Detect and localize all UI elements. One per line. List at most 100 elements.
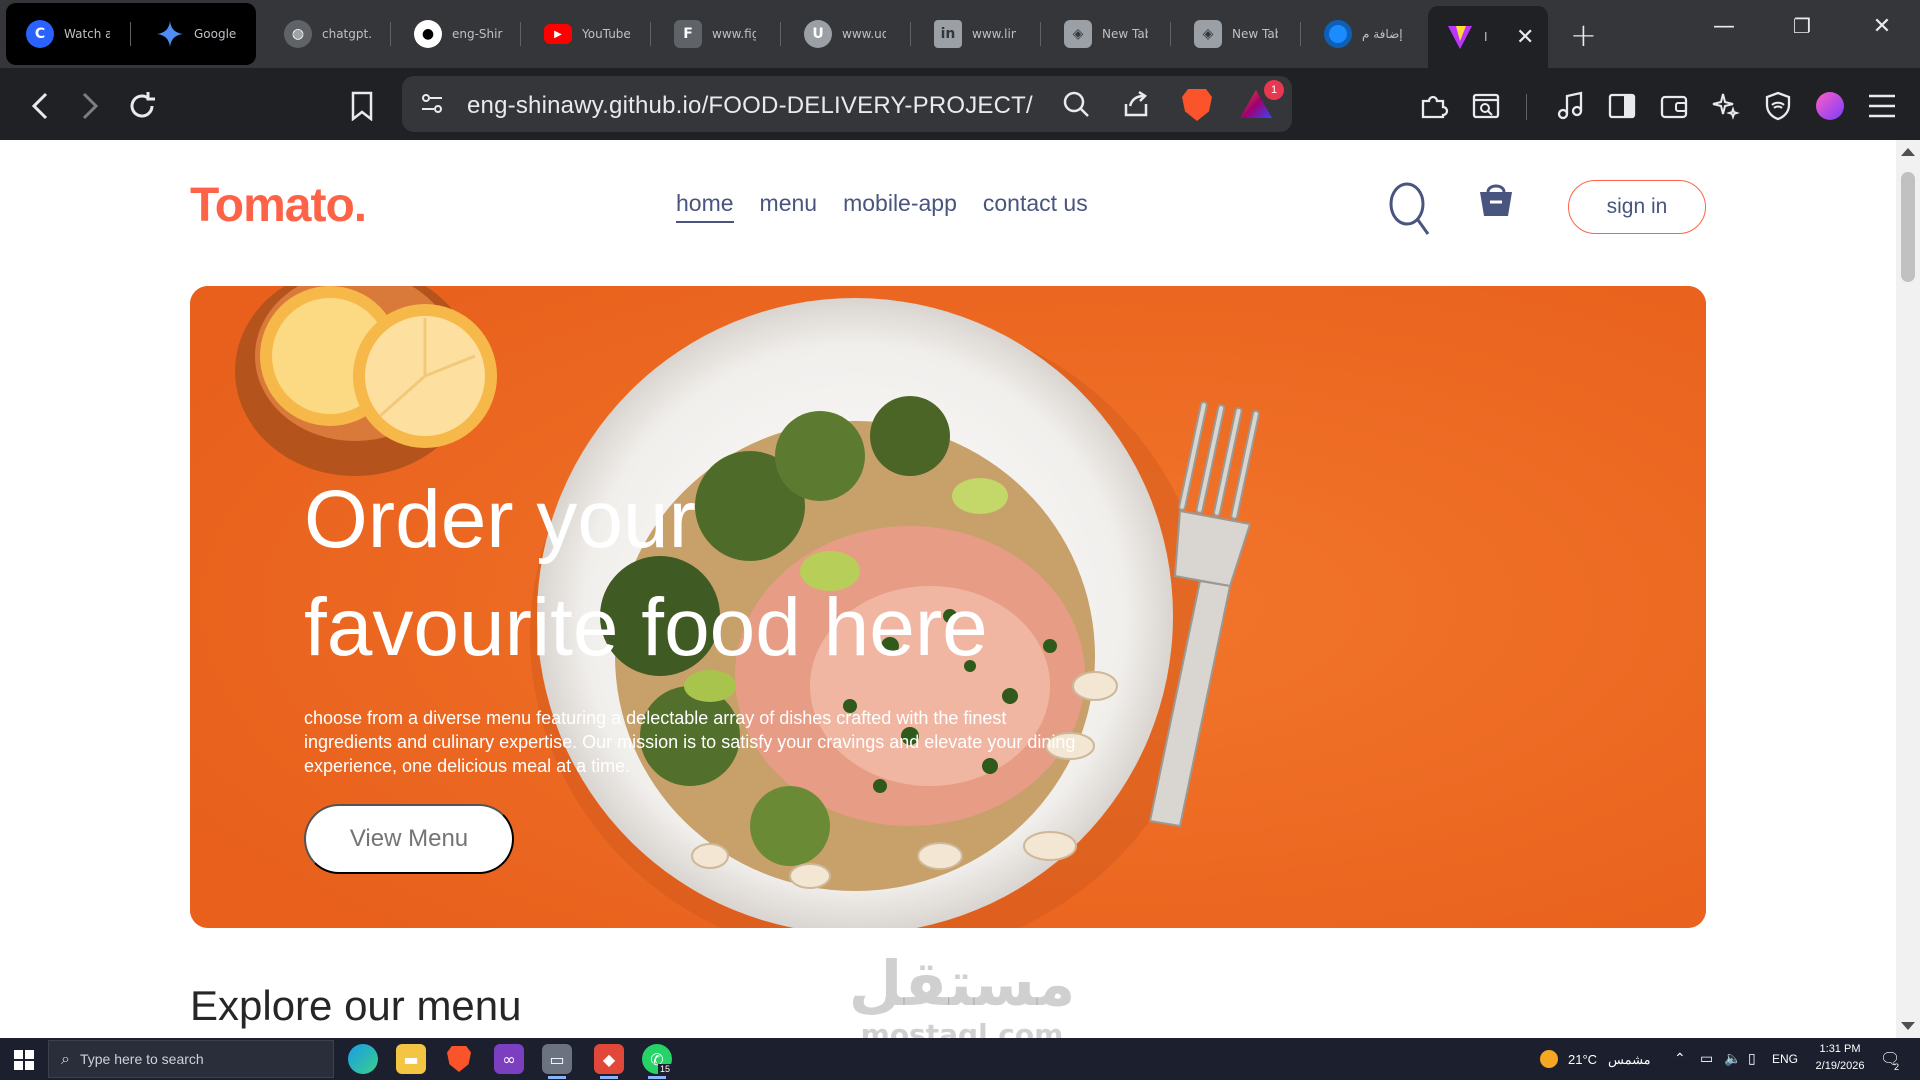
taskbar-search-placeholder: Type here to search: [79, 1051, 204, 1067]
tray-chevron-icon[interactable]: ⌃: [1674, 1050, 1686, 1067]
edge-icon[interactable]: [348, 1044, 378, 1074]
url-text[interactable]: eng-shinawy.github.io/FOOD-DELIVERY-PROJ…: [467, 92, 1033, 120]
share-icon[interactable]: [1120, 88, 1152, 120]
tab-new-1[interactable]: ◈ New Tab: [1046, 8, 1148, 60]
tab-title: eng-Shir: [452, 27, 503, 41]
scroll-down-arrow-icon[interactable]: [1901, 1022, 1915, 1030]
nav-menu[interactable]: menu: [760, 190, 818, 223]
brave-shields-icon[interactable]: [1182, 89, 1212, 121]
profile-avatar-icon[interactable]: [1810, 86, 1850, 126]
search-icon: ⌕: [61, 1049, 70, 1068]
tab-watch[interactable]: C Watch a: [8, 8, 110, 60]
zoom-icon[interactable]: [1060, 88, 1092, 120]
volume-icon[interactable]: 🔈: [1724, 1050, 1741, 1067]
tab-separator: [1300, 22, 1301, 46]
tab-title: New Tab: [1232, 27, 1278, 41]
clock-time[interactable]: 1:31 PM: [1812, 1043, 1868, 1055]
view-menu-button[interactable]: View Menu: [304, 804, 514, 874]
file-explorer-icon[interactable]: ▬: [396, 1044, 426, 1074]
brave-shield-icon: ◈: [1194, 20, 1222, 48]
page-viewport: Tomato. home menu mobile-app contact us …: [0, 140, 1920, 1038]
tab-youtube[interactable]: ▶ YouTube: [526, 8, 642, 60]
tab-chatgpt[interactable]: ◍ chatgpt.: [266, 8, 382, 60]
hero-title-line-2: favourite food here: [304, 582, 988, 673]
toolbar-divider: [1526, 94, 1527, 120]
windows-taskbar: ⌕ Type here to search ▬ ∞ ▭ ◆ ✆ 15 21°C …: [0, 1038, 1920, 1080]
taskbar-search-box[interactable]: ⌕ Type here to search: [48, 1040, 334, 1078]
nav-home[interactable]: home: [676, 190, 734, 223]
tab-separator: [1040, 22, 1041, 46]
youtube-icon: ▶: [544, 24, 572, 44]
tab-title: www.ud: [842, 27, 886, 41]
menu-icon[interactable]: [1862, 86, 1902, 126]
gemini-icon: [156, 20, 184, 48]
visual-studio-icon[interactable]: ∞: [494, 1044, 524, 1074]
bookmark-icon[interactable]: [342, 86, 382, 126]
app-window-icon[interactable]: ▭: [542, 1044, 572, 1079]
whatsapp-badge: 15: [658, 1064, 673, 1074]
restore-button[interactable]: ❐: [1782, 14, 1822, 38]
tab-title: YouTube: [582, 27, 631, 41]
tab-title: I: [1484, 30, 1488, 44]
tab-title: www.fig: [712, 27, 756, 41]
basket-icon[interactable]: [1478, 180, 1514, 220]
scroll-up-arrow-icon[interactable]: [1901, 148, 1915, 156]
minimize-button[interactable]: —: [1704, 14, 1744, 39]
tab-separator: [1170, 22, 1171, 46]
tab-github[interactable]: ● eng-Shir: [396, 8, 512, 60]
nav-contact-us[interactable]: contact us: [983, 190, 1088, 223]
clock-date[interactable]: 2/19/2026: [1808, 1060, 1872, 1072]
tab-separator: [650, 22, 651, 46]
close-window-button[interactable]: ✕: [1862, 14, 1902, 39]
close-tab-icon[interactable]: ✕: [1516, 25, 1534, 50]
github-icon: ●: [414, 20, 442, 48]
tab-separator: [780, 22, 781, 46]
tab-udemy[interactable]: U www.ud: [786, 8, 886, 60]
reload-button[interactable]: [122, 86, 162, 126]
tab-arabic[interactable]: إضافة م: [1306, 8, 1408, 60]
music-icon[interactable]: [1550, 86, 1590, 126]
reader-mode-icon[interactable]: [1466, 86, 1506, 126]
tab-separator: [520, 22, 521, 46]
tab-title: www.lin: [972, 27, 1016, 41]
weather-sun-icon[interactable]: [1540, 1050, 1558, 1068]
tab-separator: [390, 22, 391, 46]
c-logo-icon: C: [26, 20, 54, 48]
back-button[interactable]: [20, 86, 60, 126]
sidebar-toggle-icon[interactable]: [1602, 86, 1642, 126]
leo-ai-icon[interactable]: [1706, 86, 1746, 126]
brave-shield-icon: ◈: [1064, 20, 1092, 48]
linkedin-icon: in: [934, 20, 962, 48]
nav-mobile-app[interactable]: mobile-app: [843, 190, 957, 223]
site-settings-icon[interactable]: [416, 88, 448, 120]
brave-icon[interactable]: [444, 1044, 474, 1074]
search-icon[interactable]: [1388, 180, 1432, 236]
forward-button[interactable]: [70, 86, 110, 126]
tab-active-vite[interactable]: I ✕: [1428, 6, 1548, 68]
explore-menu-heading: Explore our menu: [190, 982, 522, 1029]
vpn-shield-icon[interactable]: [1758, 86, 1798, 126]
notification-count: 2: [1894, 1062, 1900, 1072]
rewards-badge: 1: [1264, 80, 1284, 100]
main-nav: home menu mobile-app contact us: [676, 190, 1088, 223]
windows-start-icon[interactable]: [14, 1050, 34, 1070]
battery-icon[interactable]: ▭: [1700, 1050, 1713, 1067]
network-icon[interactable]: ▯: [1748, 1050, 1756, 1067]
weather-temp[interactable]: 21°C: [1568, 1052, 1597, 1067]
tab-figma[interactable]: F www.fig: [656, 8, 756, 60]
wallet-icon[interactable]: [1654, 86, 1694, 126]
language-indicator[interactable]: ENG: [1772, 1052, 1798, 1066]
tab-google[interactable]: Google: [138, 8, 254, 60]
tab-linkedin[interactable]: in www.lin: [916, 8, 1016, 60]
new-tab-button[interactable]: +: [1570, 16, 1597, 54]
site-logo[interactable]: Tomato.: [190, 178, 367, 233]
sign-in-button[interactable]: sign in: [1568, 180, 1706, 234]
tab-separator: [130, 22, 131, 46]
extensions-icon[interactable]: [1414, 86, 1454, 126]
address-bar[interactable]: eng-shinawy.github.io/FOOD-DELIVERY-PROJ…: [402, 76, 1292, 132]
weather-desc[interactable]: مشمس: [1608, 1052, 1651, 1068]
page-scrollbar[interactable]: [1896, 140, 1920, 1038]
scroll-thumb[interactable]: [1901, 172, 1915, 282]
tab-new-2[interactable]: ◈ New Tab: [1176, 8, 1278, 60]
brave-nightly-icon[interactable]: ◆: [594, 1044, 624, 1079]
